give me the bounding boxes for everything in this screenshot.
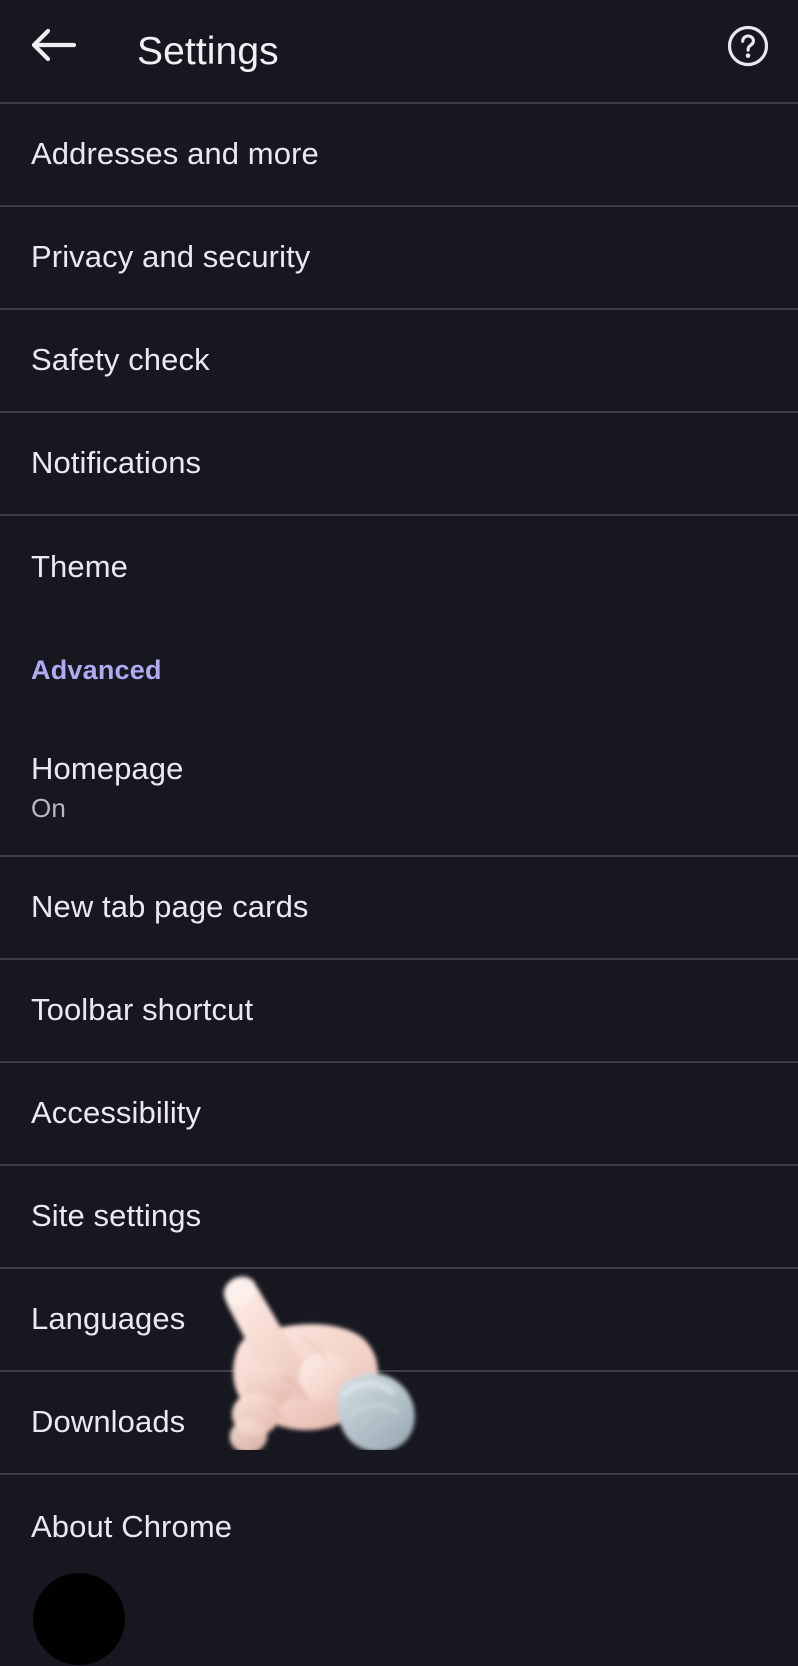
settings-row-homepage[interactable]: Homepage On [0, 721, 798, 857]
arrow-left-icon [30, 26, 76, 64]
row-label: Safety check [31, 342, 210, 378]
row-label: Addresses and more [31, 136, 319, 172]
row-label: Languages [31, 1301, 186, 1337]
tap-blob-indicator [33, 1573, 125, 1665]
row-label: Toolbar shortcut [31, 992, 254, 1028]
settings-row-about-chrome[interactable]: About Chrome [0, 1475, 798, 1579]
row-label: About Chrome [31, 1508, 233, 1544]
chrome-settings-screen: Settings Addresses and more Privacy and … [0, 0, 798, 1666]
row-label: Site settings [31, 1198, 202, 1234]
settings-row-site-settings[interactable]: Site settings [0, 1166, 798, 1269]
settings-row-notifications[interactable]: Notifications [0, 413, 798, 516]
row-label: Notifications [31, 445, 202, 481]
row-label: Privacy and security [31, 239, 311, 275]
help-button[interactable] [726, 24, 770, 68]
settings-row-downloads[interactable]: Downloads [0, 1372, 798, 1475]
settings-row-accessibility[interactable]: Accessibility [0, 1063, 798, 1166]
settings-row-addresses-and-more[interactable]: Addresses and more [0, 104, 798, 207]
settings-list: Addresses and more Privacy and security … [0, 104, 798, 1579]
row-label: New tab page cards [31, 889, 309, 925]
settings-row-theme[interactable]: Theme [0, 516, 798, 619]
help-circle-icon [726, 24, 770, 68]
back-button[interactable] [24, 16, 82, 74]
section-header-label: Advanced [31, 654, 162, 685]
settings-row-privacy-and-security[interactable]: Privacy and security [0, 207, 798, 310]
app-bar: Settings [0, 0, 798, 104]
settings-row-languages[interactable]: Languages [0, 1269, 798, 1372]
row-label: Downloads [31, 1404, 186, 1440]
row-sublabel: On [31, 793, 66, 824]
settings-row-toolbar-shortcut[interactable]: Toolbar shortcut [0, 960, 798, 1063]
section-header-advanced: Advanced [0, 619, 798, 721]
settings-row-new-tab-page-cards[interactable]: New tab page cards [0, 857, 798, 960]
row-label: Accessibility [31, 1095, 202, 1131]
settings-row-safety-check[interactable]: Safety check [0, 310, 798, 413]
row-label: Homepage [31, 750, 184, 786]
row-label: Theme [31, 549, 128, 585]
page-title: Settings [137, 30, 279, 73]
